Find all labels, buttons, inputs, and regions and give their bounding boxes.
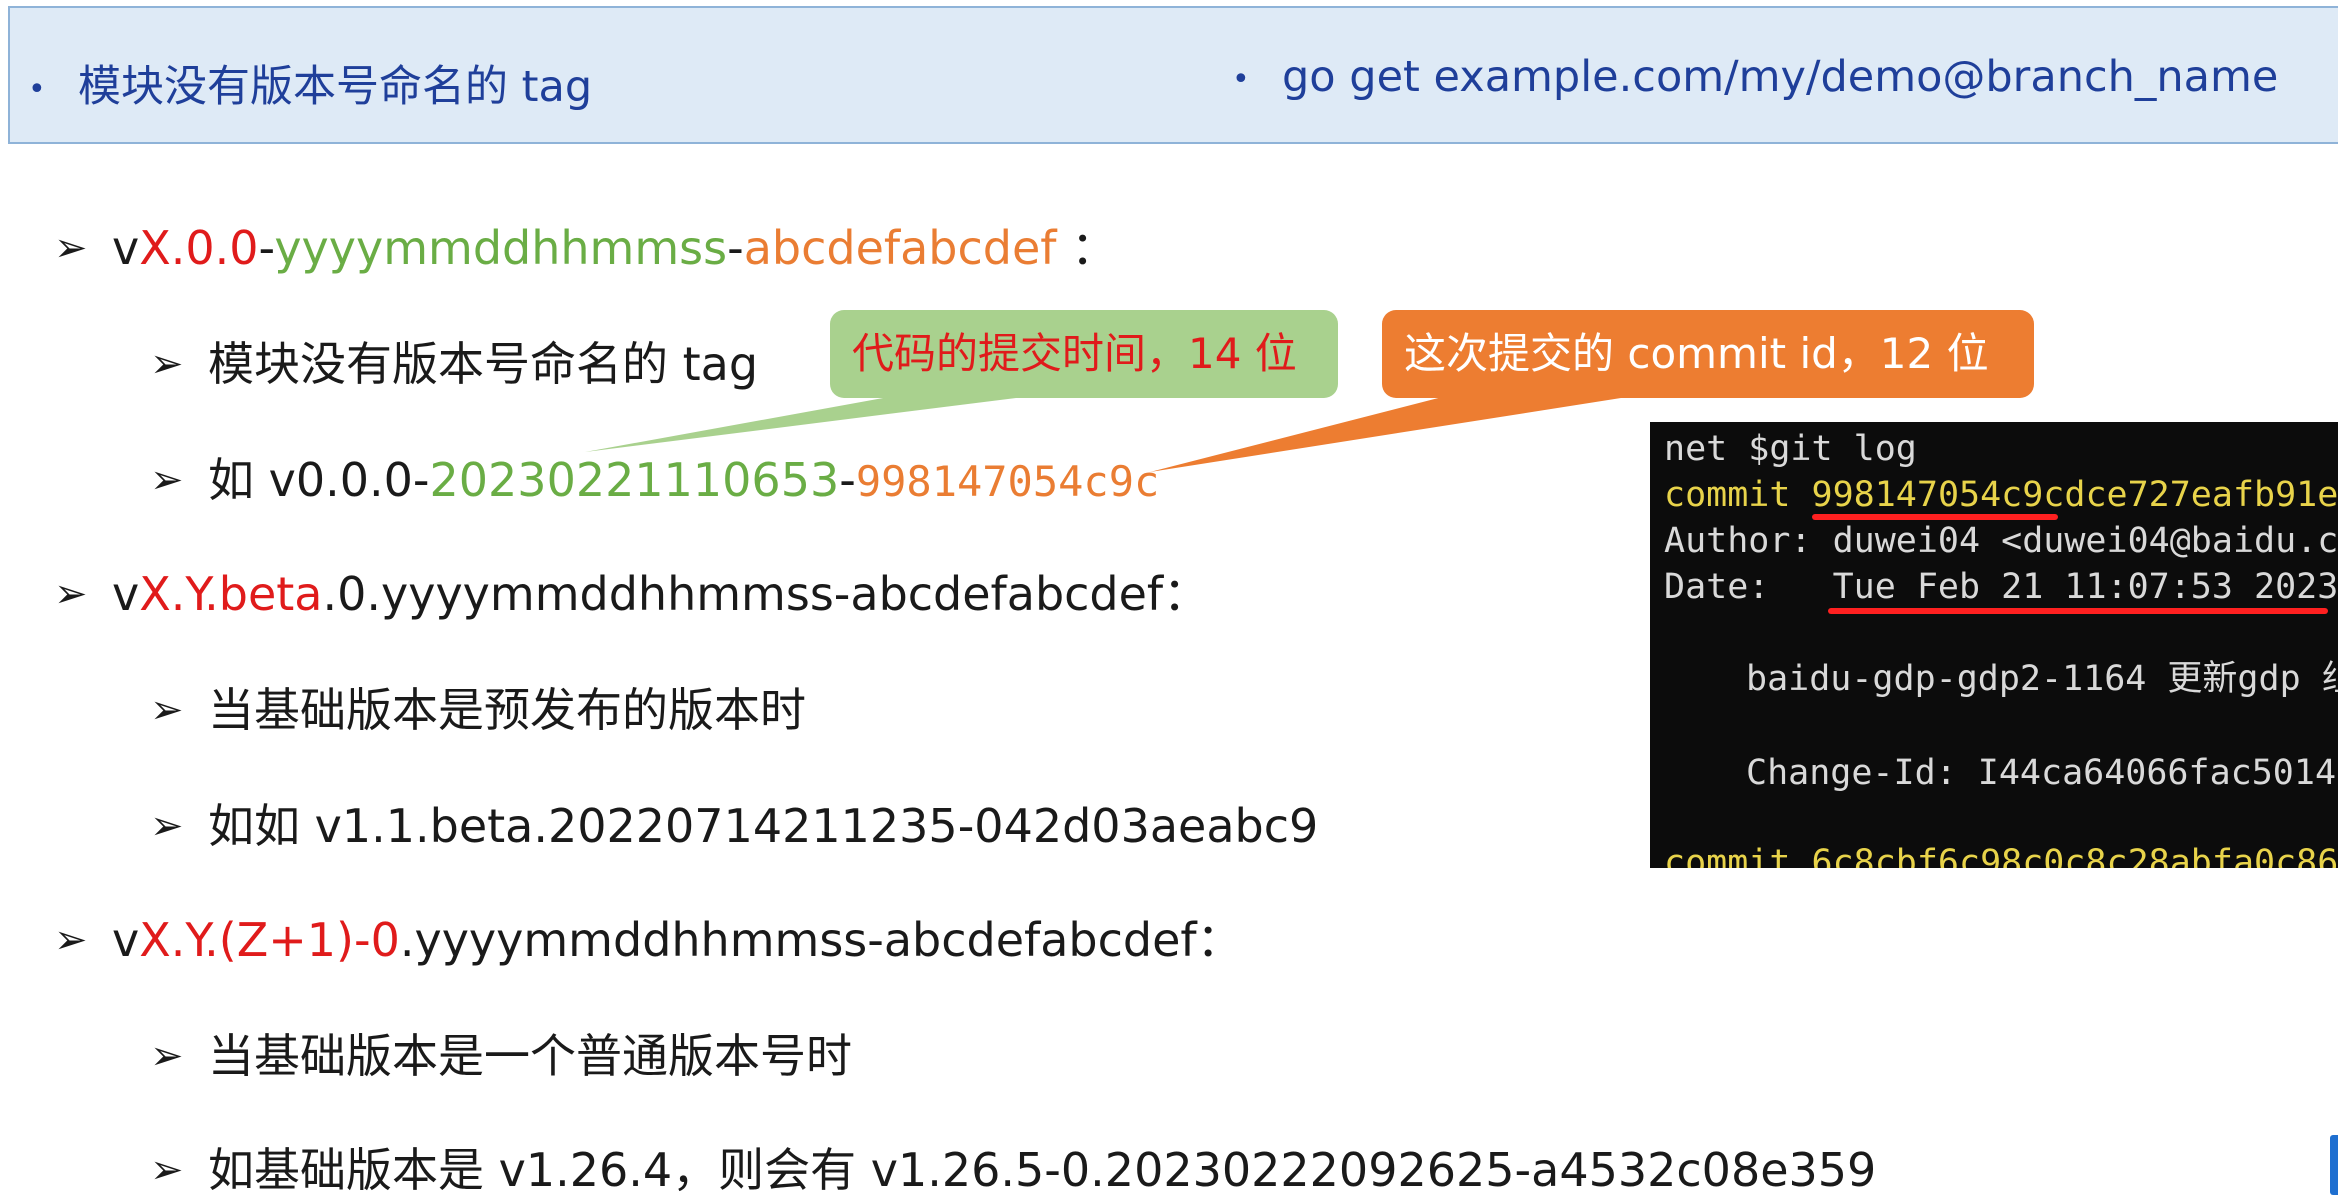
- sub-item-example-3: 如基础版本是 v1.26.4，则会有 v1.26.5-0.20230222092…: [208, 1143, 1877, 1197]
- terminal-message: baidu-gdp-gdp2-1164 更新gdp 组: [1746, 659, 2338, 699]
- sub-item-example-2: 如如 v1.1.beta.20220714211235-042d03aeabc9: [208, 799, 1319, 853]
- arrow-bullet-icon: ➢: [54, 917, 88, 963]
- rule-3: vX.Y.(Z+1)-0.yyyymmddhhmmss-abcdefabcdef…: [112, 910, 1243, 970]
- date-underline: [1828, 608, 2328, 614]
- date-value: Tue Feb 21 11:07:53 2023: [1832, 567, 2338, 607]
- arrow-bullet-icon: ➢: [150, 803, 184, 849]
- terminal-commit-line: commit 998147054c9cdce727eafb91ec: [1664, 472, 2338, 518]
- sub-item-prerelease: 当基础版本是预发布的版本时: [208, 683, 806, 737]
- commit-hash-underline: [1812, 514, 2058, 520]
- rule-2: vX.Y.beta.0.yyyymmddhhmmss-abcdefabcdef：: [112, 564, 1209, 624]
- sub-item-regular: 当基础版本是一个普通版本号时: [208, 1029, 852, 1083]
- callout-commit-id: 这次提交的 commit id，12 位: [1382, 310, 2034, 398]
- arrow-bullet-icon: ➢: [54, 571, 88, 617]
- terminal-prompt: net $git log: [1664, 429, 1917, 469]
- rule-3-prefix: v: [112, 913, 140, 967]
- arrow-bullet-icon: ➢: [150, 1147, 184, 1193]
- terminal-change-id: Change-Id: I44ca64066fac50147: [1746, 753, 2338, 793]
- commit-label: commit: [1664, 475, 1791, 515]
- terminal-next-commit: commit 6c8cbf6c98c0c8c28abfa0c860: [1664, 843, 2338, 868]
- terminal-date-line: Date: Tue Feb 21 11:07:53 2023: [1664, 564, 2338, 610]
- arrow-bullet-icon: ➢: [150, 687, 184, 733]
- callout-commit-tail: [1150, 395, 1640, 472]
- callout-commit-time: 代码的提交时间，14 位: [830, 310, 1338, 398]
- rule-2-rest: .0.yyyymmddhhmmss-abcdefabcdef：: [322, 567, 1210, 621]
- commit-hash: 998147054c9cdce727eafb91ec: [1811, 475, 2338, 515]
- terminal-author: Author: duwei04 <duwei04@baidu.com: [1664, 521, 2338, 561]
- callout-time-tail: [585, 395, 1040, 452]
- edge-mark: [2330, 1135, 2338, 1195]
- date-label: Date:: [1664, 567, 1833, 607]
- rule-3-base: X.Y.(Z+1)-0: [139, 913, 400, 967]
- arrow-bullet-icon: ➢: [150, 1033, 184, 1079]
- rule-2-base: X.Y.beta: [139, 567, 323, 621]
- rule-3-rest: .yyyymmddhhmmss-abcdefabcdef：: [399, 913, 1243, 967]
- git-log-terminal: net $git log commit 998147054c9cdce727ea…: [1650, 422, 2338, 868]
- rule-2-prefix: v: [112, 567, 140, 621]
